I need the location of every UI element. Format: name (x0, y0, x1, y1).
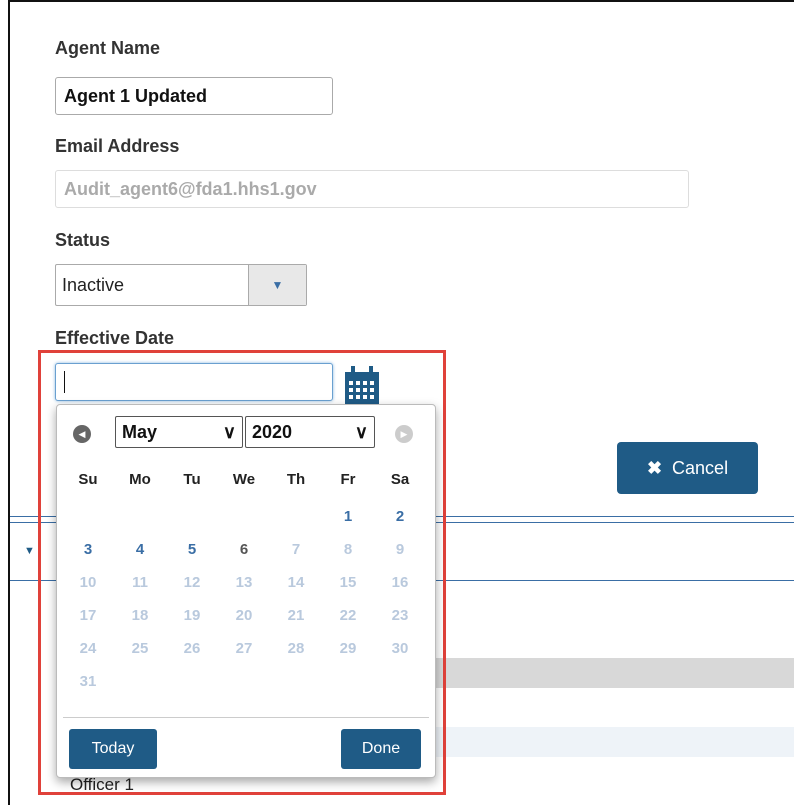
month-value: May (122, 421, 158, 442)
chevron-down-icon: ∨ (222, 421, 236, 442)
calendar-day: 30 (391, 640, 409, 657)
calendar-day: 17 (79, 607, 97, 624)
weekday-label: Su (78, 471, 98, 488)
weekday-label: Tu (183, 471, 201, 488)
calendar-day: 11 (132, 574, 148, 591)
today-button[interactable]: Today (69, 729, 157, 769)
x-icon: ✖ (646, 457, 663, 478)
popup-divider (63, 717, 429, 718)
weekday-label: Th (286, 471, 306, 488)
chevron-down-icon: ∨ (354, 421, 368, 442)
weekday-label: Fr (340, 471, 356, 488)
email-label: Email Address (55, 136, 180, 156)
calendar-day: 29 (339, 640, 357, 657)
next-month-icon[interactable]: ▶ (395, 425, 413, 443)
effective-date-label: Effective Date (55, 328, 175, 348)
calendar-day: 21 (287, 607, 305, 624)
calendar-day[interactable]: 5 (165, 541, 219, 558)
agent-name-input[interactable]: Agent 1 Updated (55, 77, 333, 115)
prev-month-icon[interactable]: ◀ (73, 425, 91, 443)
calendar-day: 20 (235, 607, 253, 624)
calendar-day: 14 (287, 574, 305, 591)
calendar-day: 22 (339, 607, 357, 624)
cancel-button[interactable]: ✖ Cancel (617, 442, 758, 494)
email-input: Audit_agent6@fda1.hhs1.gov (55, 170, 689, 208)
calendar-day: 19 (183, 607, 201, 624)
calendar-day[interactable]: 4 (113, 541, 167, 558)
calendar-day[interactable]: 3 (61, 541, 115, 558)
calendar-day: 15 (339, 574, 357, 591)
calendar-day: 23 (391, 607, 409, 624)
year-value: 2020 (252, 421, 293, 442)
status-value: Inactive (62, 274, 125, 295)
calendar-day: 7 (291, 541, 301, 558)
calendar-day: 26 (183, 640, 201, 657)
agent-name-label: Agent Name (55, 38, 161, 58)
calendar-day: 31 (79, 673, 97, 690)
status-select[interactable]: Inactive ▼ (55, 264, 307, 306)
month-select[interactable]: May ∨ (115, 416, 243, 448)
calendar-day: 16 (391, 574, 409, 591)
calendar-day: 9 (395, 541, 405, 558)
calendar-day[interactable]: 2 (373, 508, 427, 525)
chevron-down-icon[interactable]: ▼ (248, 265, 306, 305)
calendar-day: 27 (235, 640, 253, 657)
calendar-day: 25 (131, 640, 149, 657)
calendar-day: 10 (79, 574, 97, 591)
collapse-icon[interactable]: ▼ (24, 545, 35, 557)
cancel-label: Cancel (672, 457, 729, 478)
calendar-day: 24 (79, 640, 97, 657)
weekday-label: Sa (390, 471, 410, 488)
table-header (430, 658, 794, 688)
calendar-day: 8 (343, 541, 353, 558)
done-button[interactable]: Done (341, 729, 421, 769)
calendar-day: 18 (131, 607, 149, 624)
calendar-day: 13 (235, 574, 253, 591)
weekday-label: We (232, 471, 256, 488)
table-row (430, 727, 794, 757)
calendar-day: 28 (287, 640, 305, 657)
datepicker-popup: ◀ May ∨ 2020 ∨ ▶ Su Mo Tu We Th Fr Sa 12345678… (56, 404, 436, 778)
calendar-day[interactable]: 6 (217, 541, 271, 558)
calendar-day[interactable]: 1 (321, 508, 375, 525)
weekday-label: Mo (129, 471, 151, 488)
year-select[interactable]: 2020 ∨ (245, 416, 375, 448)
status-label: Status (55, 230, 111, 250)
calendar-day: 12 (183, 574, 201, 591)
